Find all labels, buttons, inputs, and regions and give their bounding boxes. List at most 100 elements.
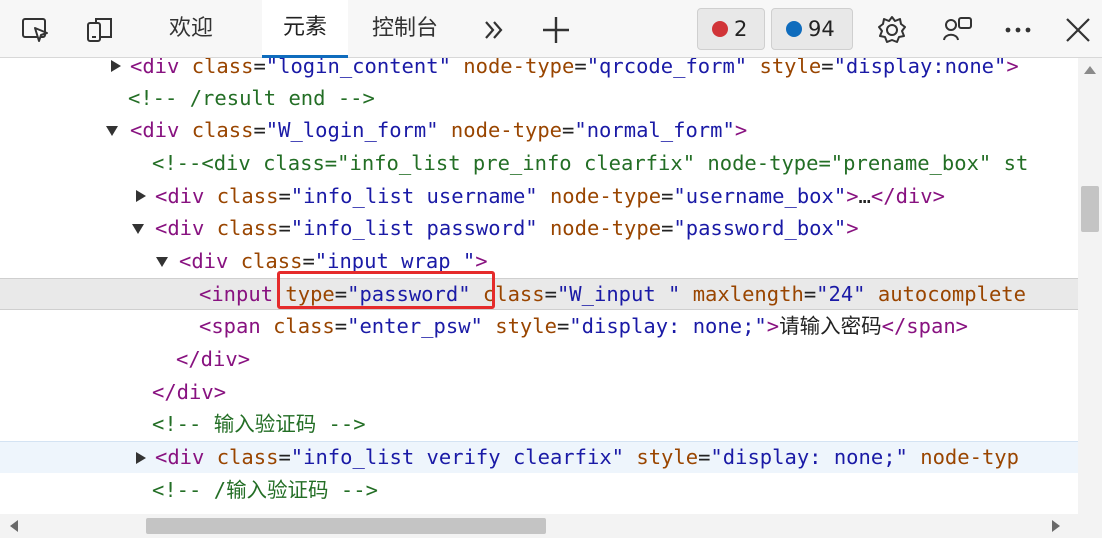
inspect-element-icon[interactable] (20, 14, 52, 46)
highlight-annotation-box (277, 271, 495, 309)
code-token: … (858, 184, 871, 208)
dom-node-line[interactable]: <div class="login_content" node-type="qr… (0, 58, 1078, 82)
code-token: = (278, 184, 291, 208)
dom-comment-line[interactable]: <!-- /result end --> (0, 82, 1078, 114)
code-token: = (334, 314, 348, 338)
more-tabs-chevron-icon[interactable] (478, 14, 510, 46)
code-token: "login_content" (265, 58, 464, 78)
issue-icon (786, 21, 802, 37)
code-token: class (273, 314, 335, 338)
code-token: </span> (881, 314, 969, 338)
more-options-icon[interactable] (1002, 14, 1034, 46)
code-token: > (846, 216, 859, 240)
code-token: "normal_form" (574, 118, 735, 142)
devtools-toolbar: 欢迎 元素 控制台 2 94 (0, 0, 1102, 58)
dom-node-line-selected[interactable]: <input type="password" class="W_input " … (0, 278, 1078, 310)
device-emulation-icon[interactable] (84, 14, 116, 46)
elements-tree: <div class="login_content" node-type="qr… (0, 58, 1078, 514)
code-token: <div (130, 58, 192, 78)
code-token: node-typ (920, 445, 1019, 469)
scroll-right-arrow-icon[interactable] (1052, 520, 1060, 532)
code-token: "info_list verify clearfix" (290, 445, 637, 469)
code-token: style (495, 314, 557, 338)
expand-arrow-icon[interactable] (136, 190, 146, 202)
code-token: = (821, 58, 834, 78)
dom-node-line[interactable]: <div class="info_list password" node-typ… (0, 212, 1078, 244)
code-token: node-type (549, 184, 662, 208)
add-tab-icon[interactable] (540, 14, 572, 46)
code-token: "password_box" (673, 216, 847, 240)
code-token: = (698, 445, 711, 469)
code-token: = (556, 314, 570, 338)
dom-node-line[interactable]: </div> (0, 343, 1078, 375)
vertical-scrollbar[interactable] (1078, 58, 1102, 514)
code-token: = (661, 184, 674, 208)
code-token: "display: none;" (710, 445, 921, 469)
dom-comment-line[interactable]: <!--<div class="info_list pre_info clear… (0, 147, 1078, 179)
code-token: > (475, 249, 488, 273)
code-token: class (216, 184, 279, 208)
dom-node-line[interactable]: </div> (0, 376, 1078, 408)
feedback-icon[interactable] (942, 14, 974, 46)
code-token: = (278, 445, 291, 469)
dom-comment-line[interactable]: <!-- /输入验证码 --> (0, 474, 1078, 506)
gear-icon[interactable] (876, 14, 908, 46)
dom-comment-line[interactable]: <!-- 输入验证码 --> (0, 408, 1078, 440)
dom-node-line[interactable]: <div class="W_login_form" node-type="nor… (0, 114, 1078, 146)
code-token: = (278, 216, 291, 240)
code-token: = (803, 282, 817, 306)
scroll-left-arrow-icon[interactable] (10, 520, 18, 532)
code-token: = (544, 282, 557, 306)
expand-arrow-icon[interactable] (136, 452, 146, 464)
horizontal-scroll-thumb[interactable] (146, 518, 546, 534)
code-token: class (191, 118, 254, 142)
error-icon (712, 21, 728, 37)
dom-node-text: <div class="info_list username" node-typ… (155, 180, 945, 212)
code-token: maxlength (692, 282, 804, 306)
error-counter-button[interactable]: 2 (697, 8, 765, 50)
dom-node-line[interactable]: <div class="info_list username" node-typ… (0, 180, 1078, 212)
code-token: <input (199, 282, 286, 306)
tab-elements[interactable]: 元素 (262, 0, 348, 58)
issue-count: 94 (808, 17, 835, 41)
dom-node-text: </div> (152, 376, 226, 408)
code-token: style (636, 445, 699, 469)
collapse-arrow-icon[interactable] (132, 224, 144, 234)
dom-node-line[interactable]: <div class="input_wrap "> (0, 245, 1078, 277)
collapse-arrow-icon[interactable] (156, 257, 168, 267)
vertical-scroll-thumb[interactable] (1081, 186, 1099, 232)
error-count: 2 (734, 17, 748, 41)
code-token: <!-- (152, 412, 214, 436)
code-token: style (759, 58, 822, 78)
horizontal-scrollbar[interactable] (0, 514, 1102, 538)
code-token: > (766, 314, 780, 338)
scroll-up-arrow-icon[interactable] (1084, 66, 1096, 74)
code-token: </div> (176, 347, 251, 371)
code-token: 输入验证码 (213, 412, 317, 436)
tab-console[interactable]: 控制台 (360, 0, 450, 58)
code-token: "enter_psw" (347, 314, 496, 338)
dom-node-text: </div> (176, 343, 250, 375)
code-token: node-type (549, 216, 662, 240)
tab-welcome[interactable]: 欢迎 (150, 0, 232, 58)
dom-node-line[interactable]: <span class="enter_psw" style="display: … (0, 310, 1078, 342)
close-icon[interactable] (1062, 14, 1094, 46)
code-token: <!-- / (152, 478, 227, 502)
code-token: "W_login_form" (265, 118, 451, 142)
dom-node-text: <div class="info_list password" node-typ… (155, 212, 859, 244)
code-token: </div> (152, 380, 227, 404)
dom-node-text: <!-- 输入验证码 --> (152, 408, 366, 440)
issue-counter-button[interactable]: 94 (771, 8, 853, 50)
code-token: <div (155, 184, 217, 208)
dom-node-text: <div class="login_content" node-type="qr… (130, 58, 1019, 82)
code-token: class (216, 445, 279, 469)
collapse-arrow-icon[interactable] (106, 126, 118, 136)
code-token: "24" (816, 282, 878, 306)
code-token: "display: none;" (569, 314, 767, 338)
code-token: node-type (450, 118, 563, 142)
expand-arrow-icon[interactable] (111, 60, 121, 72)
dom-node-text: <span class="enter_psw" style="display: … (199, 310, 968, 342)
code-token: "input_wrap " (314, 249, 476, 273)
code-token: 请输入密码 (779, 314, 882, 338)
dom-node-line-hovered[interactable]: <div class="info_list verify clearfix" s… (0, 441, 1078, 473)
